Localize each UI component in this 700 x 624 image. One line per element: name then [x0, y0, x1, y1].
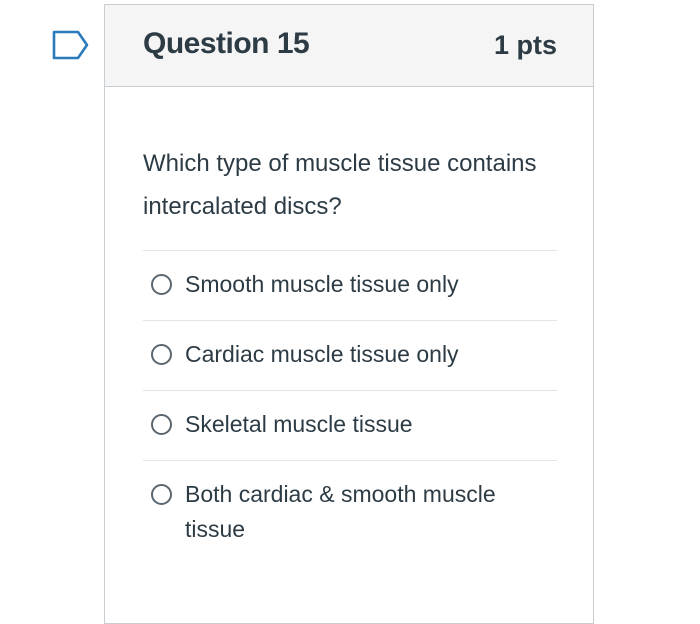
answer-label: Both cardiac & smooth muscle tissue	[185, 481, 496, 542]
flag-outline-icon	[52, 30, 89, 60]
question-points: 1 pts	[493, 30, 557, 60]
answer-list: Smooth muscle tissue only Cardiac muscle…	[143, 250, 557, 565]
answer-option[interactable]: Smooth muscle tissue only	[143, 251, 557, 321]
flag-question-button[interactable]	[52, 30, 90, 60]
answer-label: Skeletal muscle tissue	[185, 411, 413, 437]
question-card: Question 15 1 pts Which type of muscle t…	[104, 4, 594, 624]
answer-option[interactable]: Cardiac muscle tissue only	[143, 321, 557, 391]
radio-button-icon[interactable]	[151, 344, 172, 365]
radio-button-icon[interactable]	[151, 274, 172, 295]
question-title: Question 15	[143, 27, 310, 60]
answer-label: Cardiac muscle tissue only	[185, 341, 459, 367]
question-body: Which type of muscle tissue contains int…	[143, 142, 557, 565]
radio-button-icon[interactable]	[151, 484, 172, 505]
question-header: Question 15 1 pts	[105, 5, 593, 87]
answer-label: Smooth muscle tissue only	[185, 271, 459, 297]
radio-button-icon[interactable]	[151, 414, 172, 435]
answer-option[interactable]: Both cardiac & smooth muscle tissue	[143, 461, 557, 565]
question-text: Which type of muscle tissue contains int…	[143, 150, 537, 220]
answer-option[interactable]: Skeletal muscle tissue	[143, 391, 557, 461]
